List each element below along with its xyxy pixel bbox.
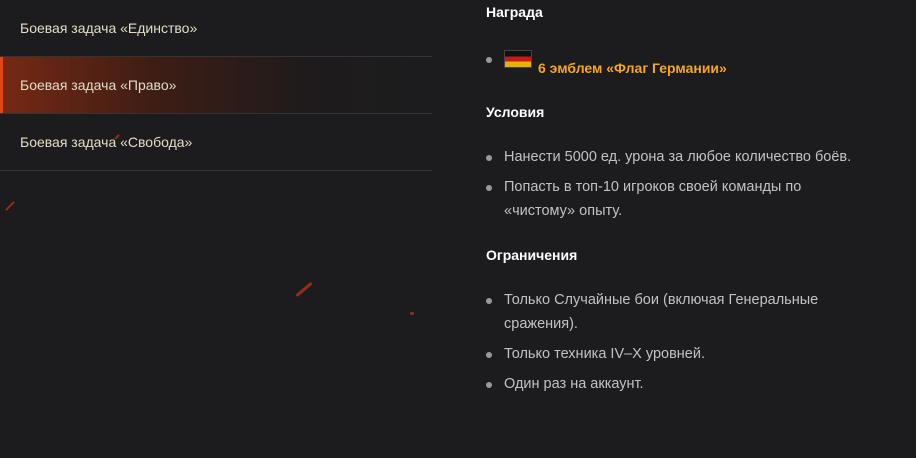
mission-tabs: Боевая задача «Единство» Боевая задача «…	[0, 0, 432, 171]
tab-label: Боевая задача «Единство»	[20, 20, 198, 36]
tab-freedom[interactable]: Боевая задача «Свобода»	[0, 114, 432, 171]
german-flag-icon	[504, 50, 532, 68]
restriction-item: Только Случайные бои (включая Генеральны…	[486, 288, 874, 336]
tab-label: Боевая задача «Свобода»	[20, 134, 193, 150]
tab-right[interactable]: Боевая задача «Право»	[0, 57, 432, 114]
restriction-item: Только техника IV–X уровней.	[486, 342, 906, 366]
conditions-list: Нанести 5000 ед. урона за любое количест…	[486, 145, 906, 223]
restriction-item: Один раз на аккаунт.	[486, 372, 906, 396]
tab-unity[interactable]: Боевая задача «Единство»	[0, 0, 432, 57]
ember-decoration	[410, 312, 414, 315]
condition-item: Нанести 5000 ед. урона за любое количест…	[486, 145, 906, 169]
restrictions-list: Только Случайные бои (включая Генеральны…	[486, 288, 906, 396]
ember-decoration	[5, 201, 15, 211]
reward-list: 6 эмблем «Флаг Германии»	[486, 47, 906, 76]
ember-decoration	[295, 281, 313, 298]
tab-label: Боевая задача «Право»	[20, 77, 177, 93]
conditions-heading: Условия	[486, 104, 545, 120]
reward-item: 6 эмблем «Флаг Германии»	[486, 47, 906, 76]
restrictions-heading: Ограничения	[486, 247, 578, 263]
reward-text: 6 эмблем «Флаг Германии»	[538, 60, 727, 76]
reward-heading: Награда	[486, 4, 543, 20]
condition-item: Попасть в топ-10 игроков своей команды п…	[486, 175, 864, 223]
